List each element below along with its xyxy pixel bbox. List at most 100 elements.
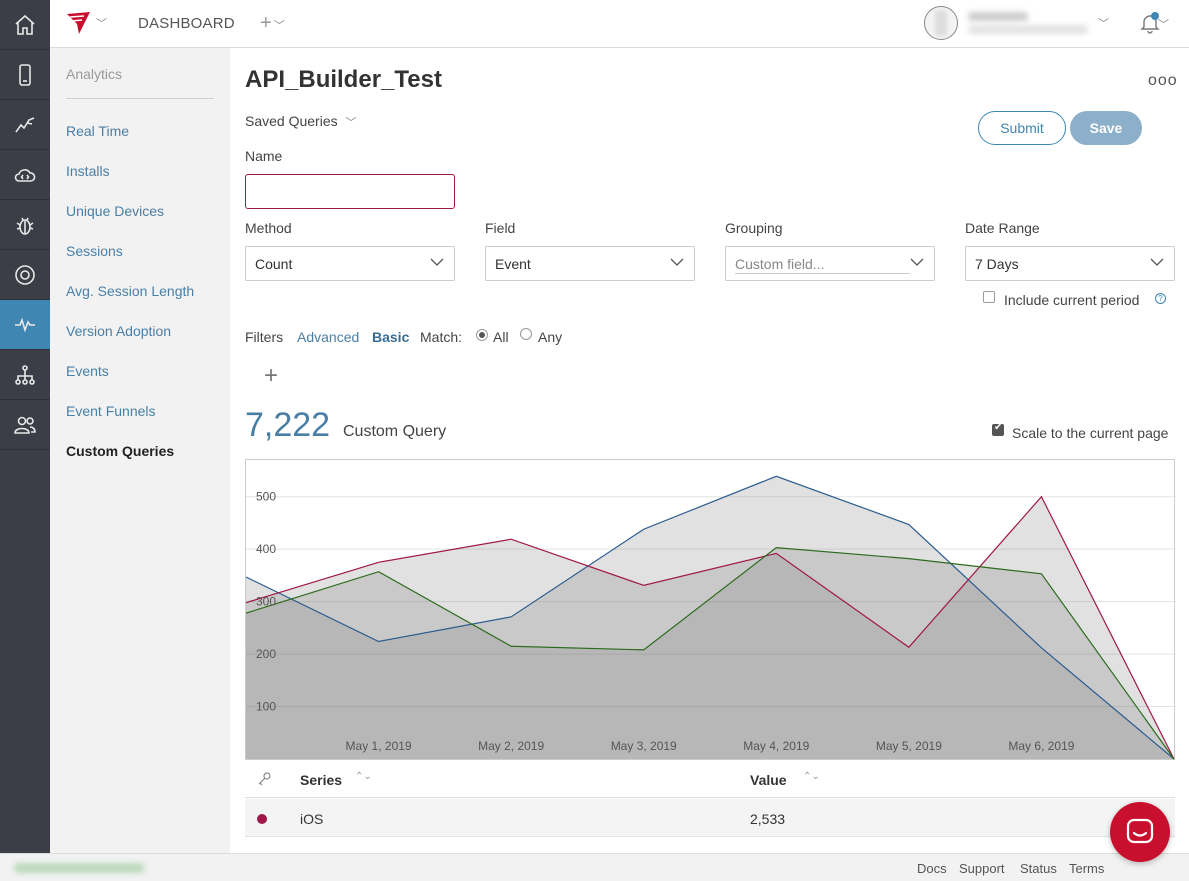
x-tick-label: May 4, 2019 bbox=[743, 739, 809, 753]
footer-status-link[interactable]: Status bbox=[1020, 861, 1057, 876]
field-label: Field bbox=[485, 220, 516, 236]
user-menu[interactable]: ﹀ bbox=[924, 6, 1109, 40]
x-tick-label: May 2, 2019 bbox=[478, 739, 544, 753]
pulse-icon bbox=[15, 317, 35, 333]
include-current-checkbox[interactable] bbox=[983, 291, 995, 303]
x-tick-label: May 6, 2019 bbox=[1008, 739, 1074, 753]
method-select[interactable]: Count bbox=[245, 246, 455, 281]
match-all-radio[interactable] bbox=[476, 329, 488, 341]
chevron-down-icon: ﹀ bbox=[345, 117, 357, 129]
top-bar: ﹀ DASHBOARD + ﹀ ﹀ ﹀ bbox=[50, 0, 1189, 48]
name-label: Name bbox=[245, 148, 283, 164]
rail-cloud[interactable] bbox=[0, 150, 50, 200]
footer-terms-link[interactable]: Terms bbox=[1069, 861, 1104, 876]
sort-icon[interactable]: ⌃⌄ bbox=[803, 771, 820, 782]
match-any-radio[interactable] bbox=[520, 328, 532, 340]
add-menu-button[interactable]: + ﹀ bbox=[260, 12, 285, 35]
chevron-down-icon: ﹀ bbox=[96, 18, 107, 30]
chevron-down-icon bbox=[910, 258, 924, 266]
rail-pulse[interactable] bbox=[0, 300, 50, 350]
y-tick-label: 400 bbox=[256, 542, 276, 556]
filters-advanced-link[interactable]: Advanced bbox=[297, 329, 359, 345]
user-name-blurred bbox=[968, 8, 1088, 38]
x-tick-label: May 3, 2019 bbox=[611, 739, 677, 753]
field-value: Event bbox=[495, 256, 531, 272]
grouping-label: Grouping bbox=[725, 220, 783, 236]
chevron-down-icon: ﹀ bbox=[1098, 18, 1109, 30]
users-icon bbox=[14, 416, 36, 434]
sidebar-item-custom-queries[interactable]: Custom Queries bbox=[66, 443, 174, 459]
saved-queries-dropdown[interactable]: Saved Queries ﹀ bbox=[245, 113, 357, 130]
chat-icon bbox=[1126, 818, 1154, 844]
table-row[interactable]: iOS 2,533 bbox=[245, 799, 1175, 837]
add-filter-button[interactable]: + bbox=[264, 362, 278, 390]
sidebar-item-real-time[interactable]: Real Time bbox=[66, 123, 129, 139]
footer-docs-link[interactable]: Docs bbox=[917, 861, 947, 876]
method-label: Method bbox=[245, 220, 292, 236]
saved-queries-label: Saved Queries bbox=[245, 113, 338, 129]
brand-logo-icon bbox=[67, 12, 90, 34]
y-tick-label: 300 bbox=[256, 595, 276, 609]
date-range-select[interactable]: 7 Days bbox=[965, 246, 1175, 281]
grouping-select[interactable]: Custom field... bbox=[725, 246, 935, 281]
cloud-code-icon bbox=[14, 168, 36, 182]
rail-devices[interactable] bbox=[0, 50, 50, 100]
rail-users[interactable] bbox=[0, 400, 50, 450]
rail-home[interactable] bbox=[0, 0, 50, 50]
y-tick-label: 100 bbox=[256, 700, 276, 714]
sidebar-item-events[interactable]: Events bbox=[66, 363, 109, 379]
notifications-button[interactable]: ﹀ bbox=[1140, 12, 1169, 39]
submit-button[interactable]: Submit bbox=[978, 111, 1066, 145]
chevron-down-icon: ﹀ bbox=[1158, 19, 1169, 31]
filters-basic-link[interactable]: Basic bbox=[372, 329, 409, 345]
total-caption: Custom Query bbox=[343, 423, 447, 440]
divider bbox=[66, 98, 214, 99]
dashboard-link[interactable]: DASHBOARD bbox=[138, 15, 235, 32]
sidebar-heading: Analytics bbox=[66, 66, 123, 82]
date-range-value: 7 Days bbox=[975, 256, 1019, 272]
sort-icon[interactable]: ⌃⌄ bbox=[355, 771, 372, 782]
rail-org[interactable] bbox=[0, 350, 50, 400]
save-button[interactable]: Save bbox=[1070, 111, 1142, 145]
sidebar-item-avg-session-length[interactable]: Avg. Session Length bbox=[66, 283, 194, 299]
field-select[interactable]: Event bbox=[485, 246, 695, 281]
scale-to-page-checkbox[interactable] bbox=[992, 422, 1004, 436]
mobile-device-icon bbox=[19, 63, 31, 86]
help-icon[interactable]: ? bbox=[1155, 293, 1166, 304]
match-any-label: Any bbox=[538, 329, 563, 345]
footer: Docs Support Status Terms bbox=[0, 853, 1189, 881]
value-column-header[interactable]: Value bbox=[750, 772, 787, 788]
x-tick-label: May 5, 2019 bbox=[876, 739, 942, 753]
name-field[interactable] bbox=[245, 174, 455, 209]
match-label: Match: bbox=[420, 329, 463, 345]
scale-to-page-label: Scale to the current page bbox=[1012, 425, 1169, 441]
include-current-label: Include current period bbox=[1004, 292, 1140, 308]
rail-support[interactable] bbox=[0, 250, 50, 300]
series-column-header[interactable]: Series bbox=[300, 772, 342, 788]
chevron-down-icon bbox=[670, 258, 684, 266]
page-title: API_Builder_Test bbox=[245, 66, 442, 93]
sidebar-item-unique-devices[interactable]: Unique Devices bbox=[66, 203, 164, 219]
rail-crashes[interactable] bbox=[0, 200, 50, 250]
chevron-down-icon bbox=[430, 258, 444, 266]
y-tick-label: 200 bbox=[256, 647, 276, 661]
grouping-placeholder: Custom field... bbox=[735, 256, 825, 272]
footer-support-link[interactable]: Support bbox=[959, 861, 1005, 876]
series-name: iOS bbox=[300, 811, 324, 827]
total-count: 7,222 bbox=[245, 406, 331, 444]
sidebar-item-event-funnels[interactable]: Event Funnels bbox=[66, 403, 156, 419]
icon-rail bbox=[0, 0, 50, 881]
home-icon bbox=[15, 14, 35, 35]
org-chart-icon bbox=[15, 364, 35, 385]
rail-analytics[interactable] bbox=[0, 100, 50, 150]
area-chart: 100 200 300 400 500 May 1, 2019 May 2, 2019 May… bbox=[246, 475, 1176, 760]
key-icon bbox=[258, 772, 271, 786]
avatar bbox=[924, 6, 958, 40]
more-options-button[interactable]: ooo bbox=[1148, 72, 1178, 90]
sidebar-item-version-adoption[interactable]: Version Adoption bbox=[66, 323, 171, 339]
sidebar-item-sessions[interactable]: Sessions bbox=[66, 243, 123, 259]
app-logo-menu[interactable]: ﹀ bbox=[66, 11, 107, 35]
sidebar-item-installs[interactable]: Installs bbox=[66, 163, 110, 179]
analytics-bird-icon bbox=[15, 116, 35, 132]
chat-launcher-button[interactable] bbox=[1110, 802, 1170, 862]
